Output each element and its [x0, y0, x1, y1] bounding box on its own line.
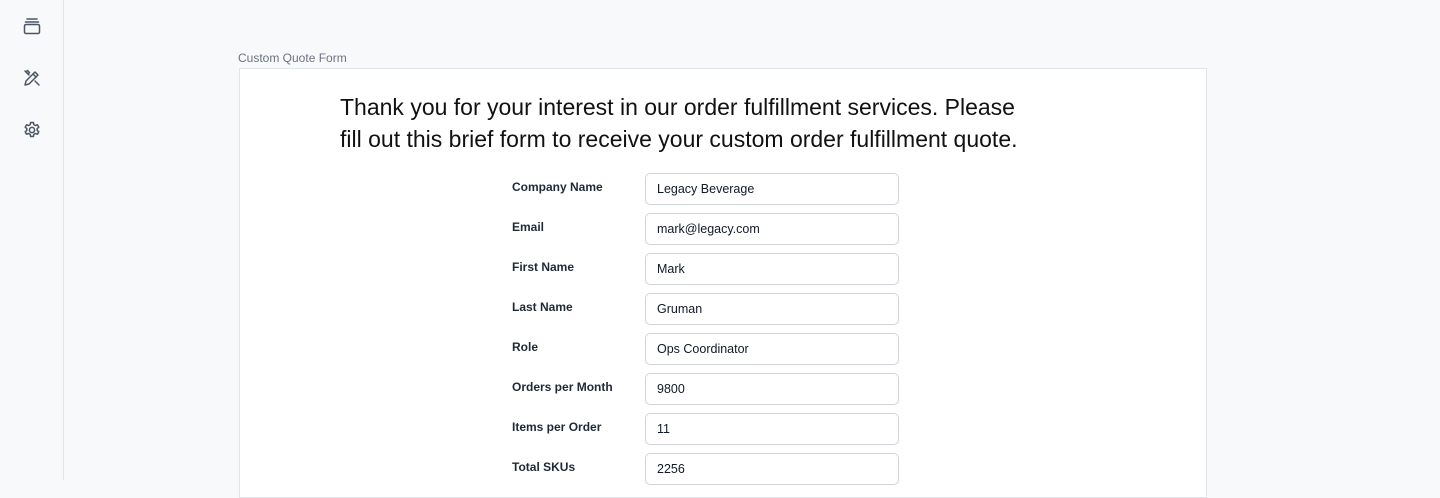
orders-per-month-input[interactable] [645, 373, 899, 405]
first-name-input[interactable] [645, 253, 899, 285]
email-row: Email [512, 213, 912, 245]
sidebar-item-editor[interactable] [16, 62, 48, 94]
edit-tools-icon [24, 69, 40, 86]
role-label: Role [512, 340, 539, 354]
items-per-order-label: Items per Order [512, 420, 602, 434]
email-label: Email [512, 220, 545, 234]
first-name-row: First Name [512, 253, 912, 285]
quote-form-card: Thank you for your interest in our order… [239, 68, 1207, 498]
sidebar-item-collections[interactable] [16, 10, 48, 42]
orders-per-month-row: Orders per Month [512, 373, 912, 405]
total-skus-input[interactable] [645, 453, 899, 485]
form-intro: Thank you for your interest in our order… [340, 91, 1120, 155]
intro-line-1: Thank you for your interest in our order… [340, 94, 1015, 120]
email-input[interactable] [645, 213, 899, 245]
role-row: Role [512, 333, 912, 365]
gear-icon [24, 121, 40, 138]
orders-per-month-label: Orders per Month [512, 380, 613, 394]
total-skus-row: Total SKUs [512, 453, 912, 485]
intro-line-2: fill out this brief form to receive your… [340, 126, 1018, 152]
company-name-label: Company Name [512, 180, 603, 194]
sidebar-item-settings[interactable] [16, 114, 48, 146]
last-name-label: Last Name [512, 300, 573, 314]
last-name-row: Last Name [512, 293, 912, 325]
company-name-input[interactable] [645, 173, 899, 205]
role-input[interactable] [645, 333, 899, 365]
items-per-order-input[interactable] [645, 413, 899, 445]
first-name-label: First Name [512, 260, 575, 274]
company-name-row: Company Name [512, 173, 912, 205]
main-content: Custom Quote Form Thank you for your int… [64, 0, 1440, 498]
items-per-order-row: Items per Order [512, 413, 912, 445]
form-caption: Custom Quote Form [238, 51, 347, 65]
last-name-input[interactable] [645, 293, 899, 325]
layers-icon [23, 18, 41, 35]
total-skus-label: Total SKUs [512, 460, 576, 474]
sidebar [0, 0, 64, 480]
